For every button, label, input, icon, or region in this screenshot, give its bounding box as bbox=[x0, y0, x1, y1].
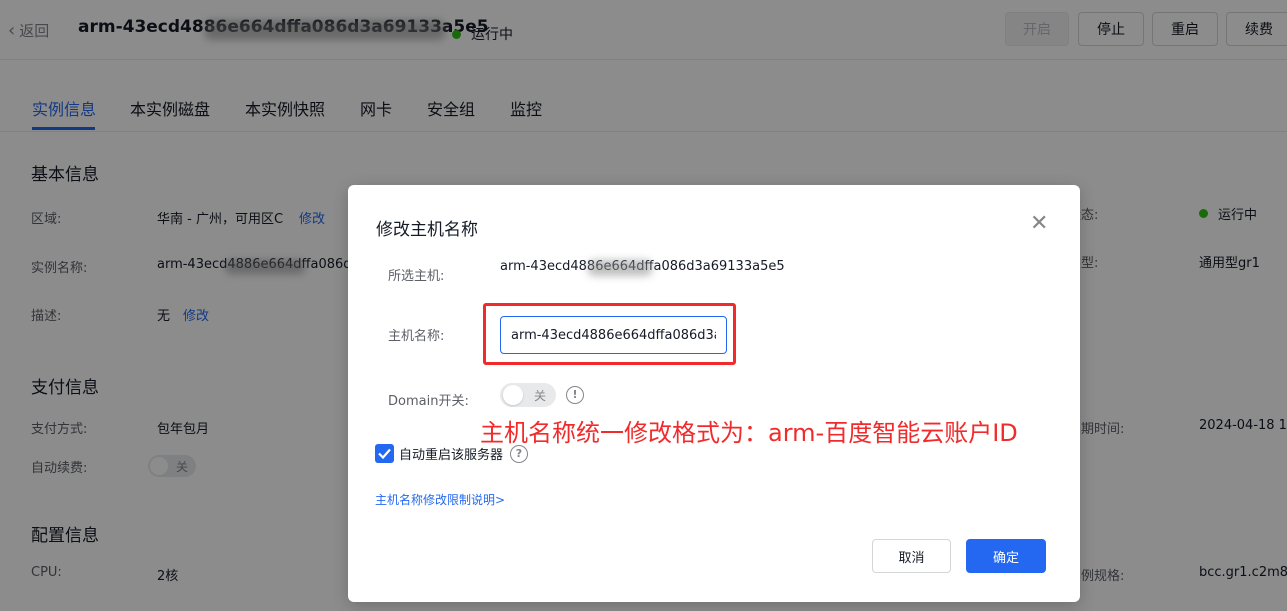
selected-host-label: 所选主机: bbox=[388, 269, 445, 284]
rename-host-dialog: 修改主机名称 ✕ 所选主机: arm-43ecd4886e664dffa086d… bbox=[348, 185, 1080, 602]
toggle-knob bbox=[503, 385, 523, 405]
hostname-limit-link[interactable]: 主机名称修改限制说明> bbox=[375, 491, 505, 508]
info-icon[interactable]: ! bbox=[566, 386, 584, 404]
cancel-button[interactable]: 取消 bbox=[872, 539, 951, 573]
confirm-button[interactable]: 确定 bbox=[966, 539, 1046, 573]
dialog-title: 修改主机名称 bbox=[376, 220, 478, 240]
annotation-text: 主机名称统一修改格式为：arm-百度智能云账户ID bbox=[480, 419, 1018, 447]
domain-switch-label: Domain开关: bbox=[388, 394, 469, 409]
domain-toggle-text: 关 bbox=[533, 389, 546, 403]
checkmark-icon bbox=[378, 448, 391, 460]
domain-toggle[interactable]: 关 bbox=[500, 383, 556, 407]
privacy-blur bbox=[588, 260, 652, 276]
close-icon[interactable]: ✕ bbox=[1030, 213, 1048, 235]
hostname-label: 主机名称: bbox=[388, 329, 445, 344]
help-icon[interactable]: ? bbox=[510, 445, 528, 463]
hostname-input[interactable] bbox=[500, 316, 727, 354]
auto-restart-checkbox[interactable] bbox=[375, 444, 394, 463]
auto-restart-label: 自动重启该服务器 bbox=[399, 448, 504, 463]
